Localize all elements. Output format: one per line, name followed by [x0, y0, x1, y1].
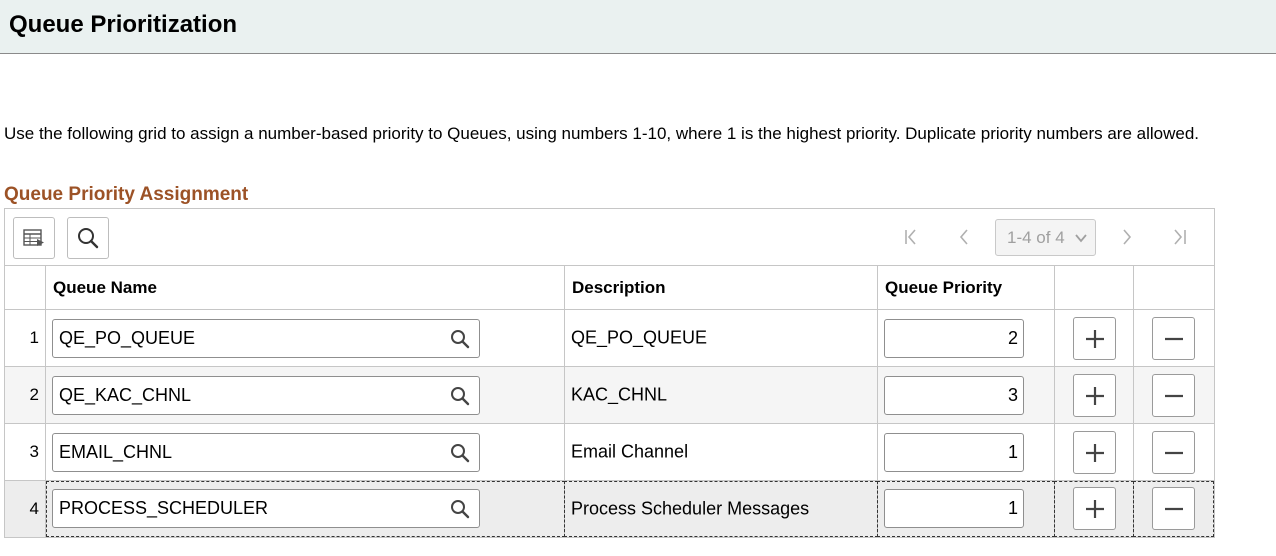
- page-title: Queue Prioritization: [9, 11, 238, 38]
- queue-name-value: QE_PO_QUEUE: [59, 328, 196, 348]
- row-number: 2: [29, 385, 39, 404]
- column-header-queue-priority[interactable]: Queue Priority: [878, 266, 1002, 309]
- delete-row-button[interactable]: [1152, 431, 1195, 474]
- grid-toolbar: 1-4 of 4: [5, 209, 1214, 266]
- row-number: 4: [29, 499, 39, 518]
- minus-icon: [1164, 451, 1183, 454]
- search-icon[interactable]: [450, 329, 470, 349]
- delete-row-button[interactable]: [1152, 374, 1195, 417]
- next-page-icon[interactable]: [1112, 222, 1142, 252]
- row-number: 1: [29, 328, 39, 347]
- previous-page-icon[interactable]: [949, 222, 979, 252]
- table-row: 3 EMAIL_CHNL Email Channel 1: [5, 424, 1214, 481]
- column-header-description[interactable]: Description: [565, 266, 666, 309]
- focus-outline: [564, 481, 878, 537]
- column-header-queue-name[interactable]: Queue Name: [46, 266, 157, 309]
- description-text: KAC_CHNL: [571, 384, 668, 405]
- page-header: Queue Prioritization: [0, 0, 1276, 54]
- add-row-button[interactable]: [1073, 317, 1116, 360]
- focus-outline: [46, 481, 565, 537]
- minus-icon: [1164, 394, 1183, 397]
- description-text: Email Channel: [571, 441, 689, 462]
- queue-name-field[interactable]: QE_KAC_CHNL: [52, 376, 480, 415]
- search-icon: [78, 228, 99, 249]
- add-row-button[interactable]: [1073, 374, 1116, 417]
- personalize-grid-button[interactable]: [13, 217, 55, 259]
- row-number: 3: [29, 442, 39, 461]
- search-icon[interactable]: [450, 386, 470, 406]
- queue-priority-field[interactable]: 2: [884, 319, 1024, 358]
- last-page-icon[interactable]: [1164, 222, 1194, 252]
- queue-priority-field[interactable]: 1: [884, 433, 1024, 472]
- find-button[interactable]: [67, 217, 109, 259]
- add-row-button[interactable]: [1073, 431, 1116, 474]
- queue-name-value: EMAIL_CHNL: [59, 442, 173, 462]
- grid-personalize-icon: [23, 229, 44, 246]
- delete-row-button[interactable]: [1152, 317, 1195, 360]
- grid-header-row: Queue Name Description Queue Priority: [5, 266, 1214, 310]
- queue-name-value: QE_KAC_CHNL: [59, 385, 192, 405]
- plus-icon: [1085, 443, 1104, 462]
- plus-icon: [1085, 386, 1104, 405]
- chevron-down-icon: [1075, 234, 1087, 243]
- focus-outline: [1054, 481, 1134, 537]
- search-icon[interactable]: [450, 443, 470, 463]
- page-range-label: 1-4 of 4: [1007, 227, 1065, 247]
- table-row: 1 QE_PO_QUEUE QE_PO_QUEUE 2: [5, 310, 1214, 367]
- queue-priority-grid: 1-4 of 4 Queue Name Description Queue Pr…: [4, 208, 1215, 538]
- first-page-icon[interactable]: [897, 222, 927, 252]
- queue-priority-field[interactable]: 3: [884, 376, 1024, 415]
- minus-icon: [1164, 337, 1183, 340]
- table-row: 2 QE_KAC_CHNL KAC_CHNL 3: [5, 367, 1214, 424]
- queue-name-field[interactable]: EMAIL_CHNL: [52, 433, 480, 472]
- queue-name-field[interactable]: QE_PO_QUEUE: [52, 319, 480, 358]
- description-text: QE_PO_QUEUE: [571, 327, 708, 348]
- page-range-select[interactable]: 1-4 of 4: [995, 219, 1096, 256]
- plus-icon: [1085, 329, 1104, 348]
- instructions-text: Use the following grid to assign a numbe…: [4, 124, 1200, 143]
- focus-outline: [877, 481, 1055, 537]
- focus-outline: [1133, 481, 1214, 537]
- section-title: Queue Priority Assignment: [4, 184, 249, 205]
